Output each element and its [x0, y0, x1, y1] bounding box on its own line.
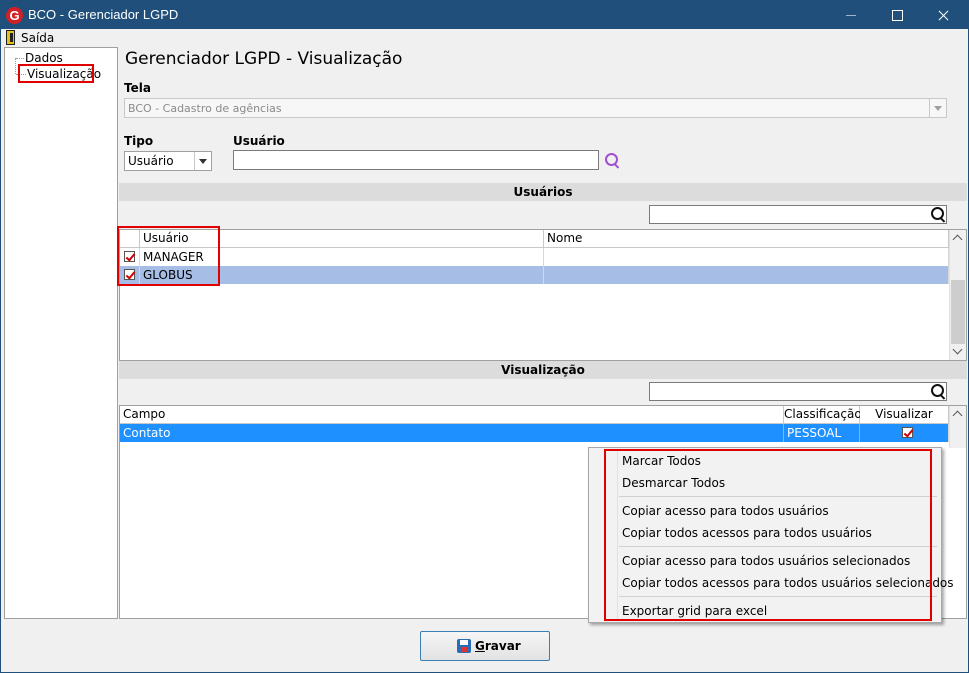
row-campo: Contato	[120, 424, 784, 442]
view-col-campo[interactable]: Campo	[120, 406, 784, 424]
save-button-label: Gravar	[475, 639, 521, 653]
view-grid-scrollbar[interactable]	[949, 406, 966, 448]
row-classificacao: PESSOAL	[784, 424, 860, 442]
visualizar-checkbox[interactable]	[902, 427, 913, 438]
menu-item-exportar-excel[interactable]: Exportar grid para excel	[589, 600, 941, 622]
menu-item-copiar-todos-acessos-todos[interactable]: Copiar todos acessos para todos usuários	[589, 522, 941, 544]
row-nome	[544, 248, 949, 266]
menu-exit[interactable]: Saída	[21, 31, 54, 45]
save-button[interactable]: Gravar	[420, 631, 550, 661]
usuario-label: Usuário	[233, 134, 285, 148]
search-icon[interactable]	[930, 383, 948, 401]
search-icon[interactable]	[604, 152, 622, 170]
tipo-select[interactable]: Usuário	[124, 151, 212, 171]
page-title: Gerenciador LGPD - Visualização	[125, 49, 403, 69]
row-check-cell[interactable]	[120, 266, 140, 284]
scroll-down-icon[interactable]	[954, 346, 962, 354]
menu-item-desmarcar-todos[interactable]: Desmarcar Todos	[589, 472, 941, 494]
app-window: G BCO - Gerenciador LGPD Saída Dados Vis…	[0, 0, 969, 673]
users-grid: Usuário Nome MANAGER GLOBUS	[119, 229, 967, 361]
minimize-button[interactable]	[828, 1, 874, 29]
tipo-select-value: Usuário	[128, 154, 174, 168]
tela-label: Tela	[124, 81, 151, 95]
scroll-up-icon[interactable]	[954, 410, 962, 418]
tela-select[interactable]: BCO - Cadastro de agências	[124, 98, 947, 118]
close-button[interactable]	[920, 1, 966, 29]
row-checkbox[interactable]	[124, 251, 135, 262]
maximize-button[interactable]	[874, 1, 920, 29]
scroll-up-icon[interactable]	[954, 234, 962, 242]
menu-item-copiar-todos-acessos-selecionados[interactable]: Copiar todos acessos para todos usuários…	[589, 572, 954, 594]
table-row[interactable]: GLOBUS	[120, 266, 949, 284]
usuario-input[interactable]	[233, 150, 599, 170]
scroll-thumb[interactable]	[951, 280, 965, 344]
users-section-header: Usuários	[119, 183, 967, 201]
row-check-cell[interactable]	[120, 248, 140, 266]
users-filter-input[interactable]	[649, 205, 947, 224]
chevron-down-icon	[929, 99, 946, 117]
menu-item-copiar-acesso-todos[interactable]: Copiar acesso para todos usuários	[589, 500, 941, 522]
context-menu: Marcar Todos Desmarcar Todos Copiar aces…	[588, 447, 954, 623]
view-col-visualizar[interactable]: Visualizar	[860, 406, 949, 424]
title-bar: G BCO - Gerenciador LGPD	[1, 1, 968, 29]
menu-item-copiar-acesso-selecionados[interactable]: Copiar acesso para todos usuários seleci…	[589, 550, 941, 572]
menu-separator	[619, 546, 937, 547]
users-col-usuario[interactable]: Usuário	[140, 230, 544, 248]
menu-separator	[619, 496, 937, 497]
tipo-label: Tipo	[124, 134, 154, 148]
navigation-tree: Dados Visualização	[4, 47, 118, 619]
view-filter-input[interactable]	[649, 382, 947, 401]
table-row[interactable]: Contato PESSOAL	[120, 424, 949, 442]
row-usuario: MANAGER	[140, 248, 544, 266]
tree-item-visualizacao[interactable]: Visualização	[27, 67, 101, 81]
row-usuario: GLOBUS	[140, 266, 544, 284]
row-nome	[544, 266, 949, 284]
view-col-classificacao[interactable]: Classificação	[784, 406, 862, 424]
view-section-header: Visualização	[119, 361, 967, 379]
tree-connector	[15, 58, 26, 75]
tree-item-dados[interactable]: Dados	[25, 51, 63, 65]
app-logo-icon: G	[6, 7, 23, 24]
menu-separator	[619, 596, 937, 597]
window-title: BCO - Gerenciador LGPD	[28, 7, 179, 22]
exit-door-icon	[6, 30, 15, 45]
menu-bar: Saída	[1, 29, 968, 47]
tela-select-value: BCO - Cadastro de agências	[128, 102, 282, 115]
users-grid-scrollbar[interactable]	[949, 230, 966, 360]
users-grid-check-header	[120, 230, 140, 248]
row-visualizar-cell[interactable]	[860, 424, 949, 442]
search-icon[interactable]	[930, 206, 948, 224]
chevron-down-icon	[194, 152, 211, 170]
floppy-disk-icon	[457, 639, 471, 653]
menu-item-marcar-todos[interactable]: Marcar Todos	[589, 450, 941, 472]
users-col-nome[interactable]: Nome	[544, 230, 949, 248]
row-checkbox[interactable]	[124, 269, 135, 280]
table-row[interactable]: MANAGER	[120, 248, 949, 266]
